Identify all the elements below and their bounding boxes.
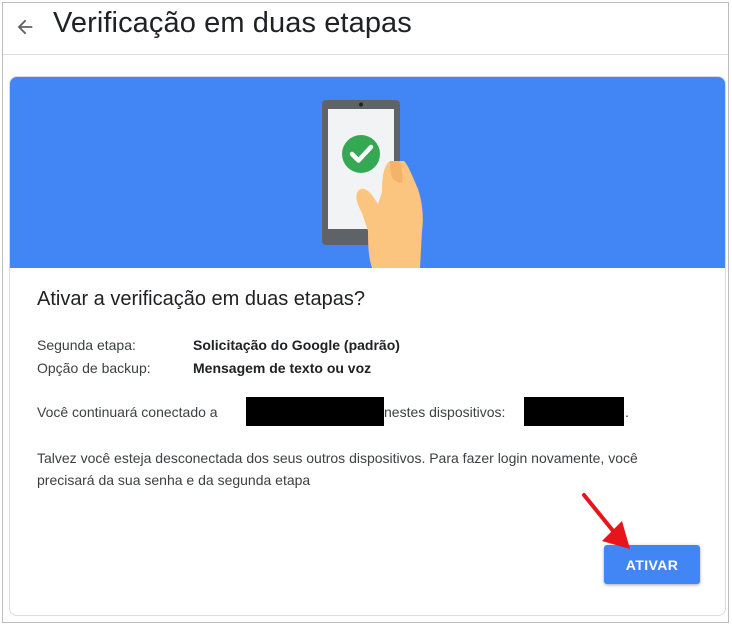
connected-text-prefix: Você continuará conectado a [37, 404, 218, 420]
phone-check-icon [322, 100, 423, 268]
logout-warning: Talvez você esteja desconectada dos seus… [37, 450, 638, 488]
redacted-devices [524, 397, 624, 426]
row-value: Solicitação do Google (padrão) [193, 337, 400, 353]
dialog-heading: Ativar a verificação em duas etapas? [37, 288, 365, 310]
connected-text-suffix: . [625, 404, 629, 420]
redacted-account [246, 397, 384, 426]
connected-text-middle: nestes dispositivos: [384, 404, 506, 420]
confirmation-card: Ativar a verificação em duas etapas? Seg… [9, 76, 726, 616]
row-label: Segunda etapa: [37, 337, 136, 353]
row-value: Mensagem de texto ou voz [193, 360, 372, 376]
back-button[interactable] [11, 13, 39, 41]
arrow-back-icon [17, 19, 33, 35]
red-arrow-annotation-icon [582, 493, 630, 549]
page-title: Verificação em duas etapas [53, 7, 412, 39]
row-label: Opção de backup: [37, 360, 151, 376]
app-header: Verificação em duas etapas [3, 3, 728, 55]
banner [10, 77, 725, 268]
